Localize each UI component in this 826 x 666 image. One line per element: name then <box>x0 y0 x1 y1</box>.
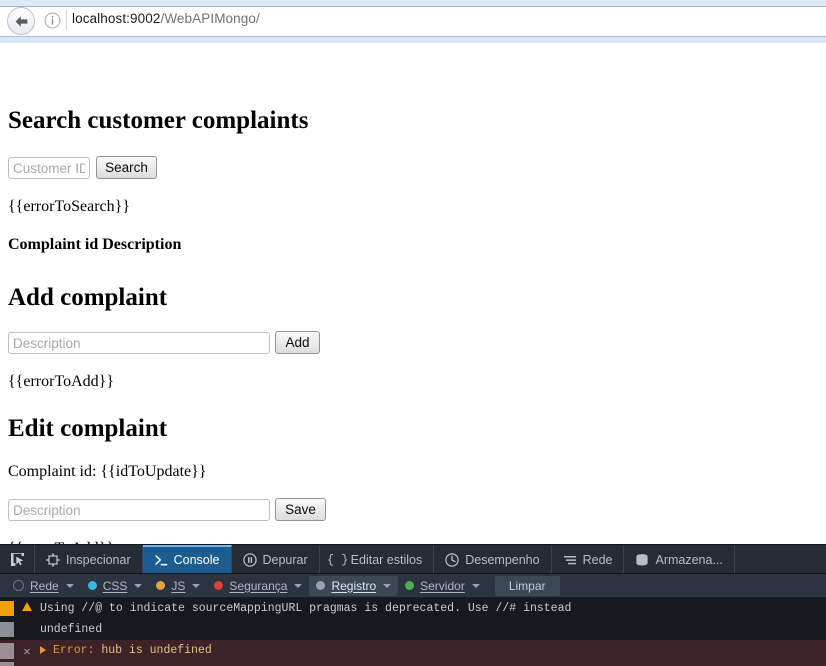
element-picker-button[interactable] <box>0 545 35 573</box>
page-content: Search customer complaints Search {{erro… <box>0 43 826 557</box>
back-arrow-icon <box>13 14 30 29</box>
filter-dot-css <box>87 581 97 590</box>
clear-console-label: Limpar <box>508 578 546 593</box>
tab-label: Armazena... <box>655 553 723 567</box>
tab-label: Desempenho <box>465 553 540 567</box>
debugger-pause-icon <box>242 553 257 567</box>
clear-console-button[interactable]: Limpar <box>494 575 560 596</box>
tab-inspecionar[interactable]: Inspecionar <box>35 545 143 573</box>
filter-label: JS <box>171 578 186 593</box>
filter-seguranca[interactable]: Segurança <box>207 576 309 596</box>
console-prompt-icon <box>154 553 168 567</box>
page-title-add: Add complaint <box>8 284 168 311</box>
warning-triangle-icon <box>22 602 32 611</box>
filter-label: CSS <box>102 578 128 593</box>
page-title-search: Search customer complaints <box>8 107 309 134</box>
storage-icon <box>635 553 649 567</box>
tab-rede[interactable]: Rede <box>552 545 625 573</box>
filter-label: Rede <box>30 578 59 593</box>
message-severity-bar <box>0 622 14 637</box>
tab-depurar[interactable]: Depurar <box>232 545 320 573</box>
element-picker-icon <box>10 552 24 566</box>
filter-rede[interactable]: Rede <box>6 576 81 596</box>
complaints-table-header: Complaint id Description <box>8 236 182 253</box>
page-title-edit: Edit complaint <box>8 415 168 442</box>
tab-label: Rede <box>582 553 613 567</box>
chevron-down-icon[interactable] <box>471 583 480 588</box>
search-button[interactable]: Search <box>96 156 157 179</box>
tab-label: Inspecionar <box>66 553 131 567</box>
back-button[interactable] <box>7 7 35 35</box>
console-message-warning[interactable]: Using //@ to indicate sourceMappingURL p… <box>0 598 826 619</box>
console-message-error[interactable]: ✕ Error: hub is undefined <box>0 640 826 662</box>
add-button[interactable]: Add <box>275 331 320 354</box>
browser-chrome: localhost:9002/WebAPIMongo/ <box>0 0 826 44</box>
message-severity-bar <box>0 601 14 616</box>
chevron-down-icon[interactable] <box>383 583 392 588</box>
performance-icon <box>445 553 459 567</box>
customer-id-input[interactable] <box>8 157 90 179</box>
tab-label: Depurar <box>262 553 308 567</box>
tab-label: Console <box>173 553 220 567</box>
inspector-icon <box>46 553 60 567</box>
devtools-tab-bar: Inspecionar Console Depurar {} Editar e… <box>0 545 826 574</box>
chevron-down-icon[interactable] <box>134 583 143 588</box>
filter-label: Segurança <box>229 578 288 593</box>
console-output[interactable]: Using //@ to indicate sourceMappingURL p… <box>0 598 826 666</box>
error-x-icon: ✕ <box>23 645 31 659</box>
chevron-down-icon[interactable] <box>192 583 201 588</box>
chrome-bottom-strip <box>0 36 826 43</box>
developer-tools-panel: Inspecionar Console Depurar {} Editar e… <box>0 544 826 666</box>
console-message-continuation[interactable]: undefined <box>0 619 826 640</box>
chevron-down-icon[interactable] <box>65 583 74 588</box>
filter-dot-rede <box>13 580 24 591</box>
filter-registro[interactable]: Registro <box>309 575 399 596</box>
console-message-text: hub is undefined <box>101 644 212 657</box>
tab-editar-estilos[interactable]: { } Editar estilos <box>320 545 435 573</box>
info-icon[interactable] <box>44 12 61 29</box>
search-error-message: {{errorToSearch}} <box>8 198 130 215</box>
url-separator <box>66 10 67 30</box>
add-description-input[interactable] <box>8 332 270 354</box>
console-message-clipped[interactable]: at js <box>0 662 826 666</box>
console-filter-bar: Rede CSS JS Segurança Registro Servidor <box>0 574 826 598</box>
message-severity-bar <box>0 662 14 666</box>
filter-dot-js <box>156 581 166 590</box>
style-editor-icon: { } <box>326 553 349 567</box>
message-severity-bar <box>0 643 14 659</box>
filter-servidor[interactable]: Servidor <box>398 576 487 596</box>
console-message-text: undefined <box>40 623 103 636</box>
filter-css[interactable]: CSS <box>81 576 150 596</box>
url-host: localhost:9002 <box>72 11 161 26</box>
tab-label: Editar estilos <box>350 553 423 567</box>
filter-dot-registro <box>316 581 326 590</box>
tab-desempenho[interactable]: Desempenho <box>434 545 552 573</box>
expand-error-icon[interactable] <box>40 645 46 654</box>
tab-console[interactable]: Console <box>142 545 232 573</box>
filter-label: Servidor <box>420 578 465 593</box>
edit-description-input[interactable] <box>8 499 270 521</box>
console-error-keyword: Error: <box>53 644 95 657</box>
edit-complaint-id-label: Complaint id: {{idToUpdate}} <box>8 463 207 480</box>
console-message-text: Using //@ to indicate sourceMappingURL p… <box>40 602 572 615</box>
filter-dot-servidor <box>405 581 415 590</box>
save-button[interactable]: Save <box>275 498 326 521</box>
chrome-top-strip <box>0 0 826 7</box>
filter-dot-seguranca <box>214 581 224 590</box>
url-bar[interactable]: localhost:9002/WebAPIMongo/ <box>72 11 260 26</box>
chevron-down-icon[interactable] <box>294 583 303 588</box>
network-icon <box>563 553 577 567</box>
tab-armazenamento[interactable]: Armazena... <box>624 545 735 573</box>
url-path: /WebAPIMongo/ <box>160 11 260 26</box>
filter-label: Registro <box>331 578 377 593</box>
add-error-message: {{errorToAdd}} <box>8 373 115 390</box>
filter-js[interactable]: JS <box>149 576 207 596</box>
